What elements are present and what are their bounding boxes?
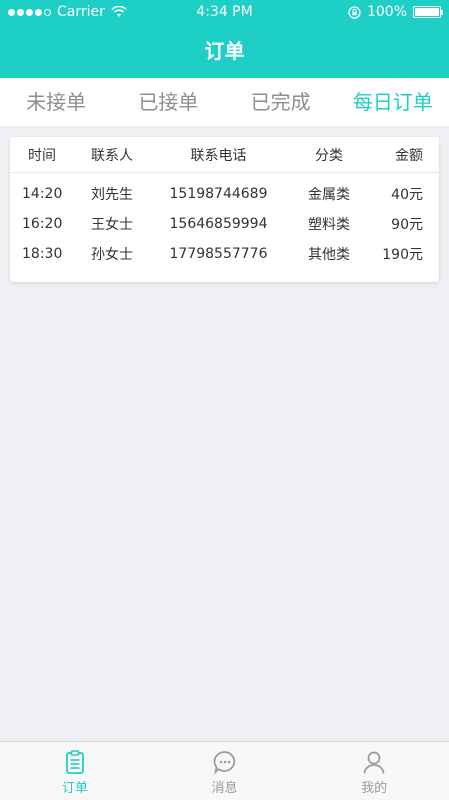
page-title: 订单 bbox=[204, 39, 245, 63]
tab-accepted[interactable]: 已接单 bbox=[112, 78, 224, 126]
tabbar-orders[interactable]: 订单 bbox=[0, 742, 150, 800]
cell-amount: 40元 bbox=[391, 187, 423, 203]
tabbar-orders-label: 订单 bbox=[61, 781, 88, 796]
cell-category: 其他类 bbox=[308, 247, 350, 263]
table-header: 时间 联系人 联系电话 分类 金额 bbox=[10, 137, 439, 173]
cell-category: 塑料类 bbox=[308, 217, 350, 233]
orders-table-card: 时间 联系人 联系电话 分类 金额 14:20 刘先生 15198744689 … bbox=[10, 137, 439, 282]
nav-bar: 订单 bbox=[0, 24, 449, 78]
tab-daily-orders[interactable]: 每日订单 bbox=[337, 78, 449, 126]
status-right: 100% bbox=[348, 4, 443, 20]
header-time: 时间 bbox=[28, 147, 56, 164]
header-amount: 金额 bbox=[395, 147, 423, 164]
status-bar: Carrier 4:34 PM 100% bbox=[0, 0, 449, 24]
rotation-lock-icon bbox=[348, 5, 361, 19]
tabbar-messages-label: 消息 bbox=[211, 781, 238, 796]
bottom-tab-bar: 订单 消息 我的 bbox=[0, 741, 449, 800]
cell-contact: 王女士 bbox=[91, 217, 133, 233]
user-icon bbox=[363, 751, 385, 774]
tab-completed[interactable]: 已完成 bbox=[225, 78, 337, 126]
tab-pending[interactable]: 未接单 bbox=[0, 78, 112, 126]
tabbar-profile-label: 我的 bbox=[361, 781, 388, 796]
table-row[interactable]: 14:20 刘先生 15198744689 金属类 40元 bbox=[10, 179, 439, 209]
cell-contact: 孙女士 bbox=[91, 247, 133, 263]
cell-time: 18:30 bbox=[22, 246, 63, 262]
table-body: 14:20 刘先生 15198744689 金属类 40元 16:20 王女士 … bbox=[10, 173, 439, 269]
cell-phone: 15198744689 bbox=[169, 186, 268, 202]
cell-amount: 90元 bbox=[391, 217, 423, 233]
cell-phone: 17798557776 bbox=[169, 246, 268, 262]
battery-icon bbox=[413, 6, 443, 18]
header-category: 分类 bbox=[315, 147, 343, 164]
cell-contact: 刘先生 bbox=[91, 187, 133, 203]
clipboard-icon bbox=[65, 750, 84, 774]
tabbar-profile[interactable]: 我的 bbox=[299, 742, 449, 800]
cell-time: 14:20 bbox=[22, 186, 63, 202]
chat-bubble-icon bbox=[213, 751, 235, 775]
cell-category: 金属类 bbox=[308, 187, 350, 203]
tabbar-messages[interactable]: 消息 bbox=[150, 742, 300, 800]
order-tabs: 未接单 已接单 已完成 每日订单 bbox=[0, 78, 449, 126]
cell-time: 16:20 bbox=[22, 216, 63, 232]
cell-phone: 15646859994 bbox=[169, 216, 268, 232]
header-contact: 联系人 bbox=[91, 147, 133, 164]
table-row[interactable]: 16:20 王女士 15646859994 塑料类 90元 bbox=[10, 209, 439, 239]
header-phone: 联系电话 bbox=[190, 147, 247, 164]
cell-amount: 190元 bbox=[382, 247, 423, 263]
table-row[interactable]: 18:30 孙女士 17798557776 其他类 190元 bbox=[10, 239, 439, 269]
battery-percent: 100% bbox=[366, 4, 407, 20]
